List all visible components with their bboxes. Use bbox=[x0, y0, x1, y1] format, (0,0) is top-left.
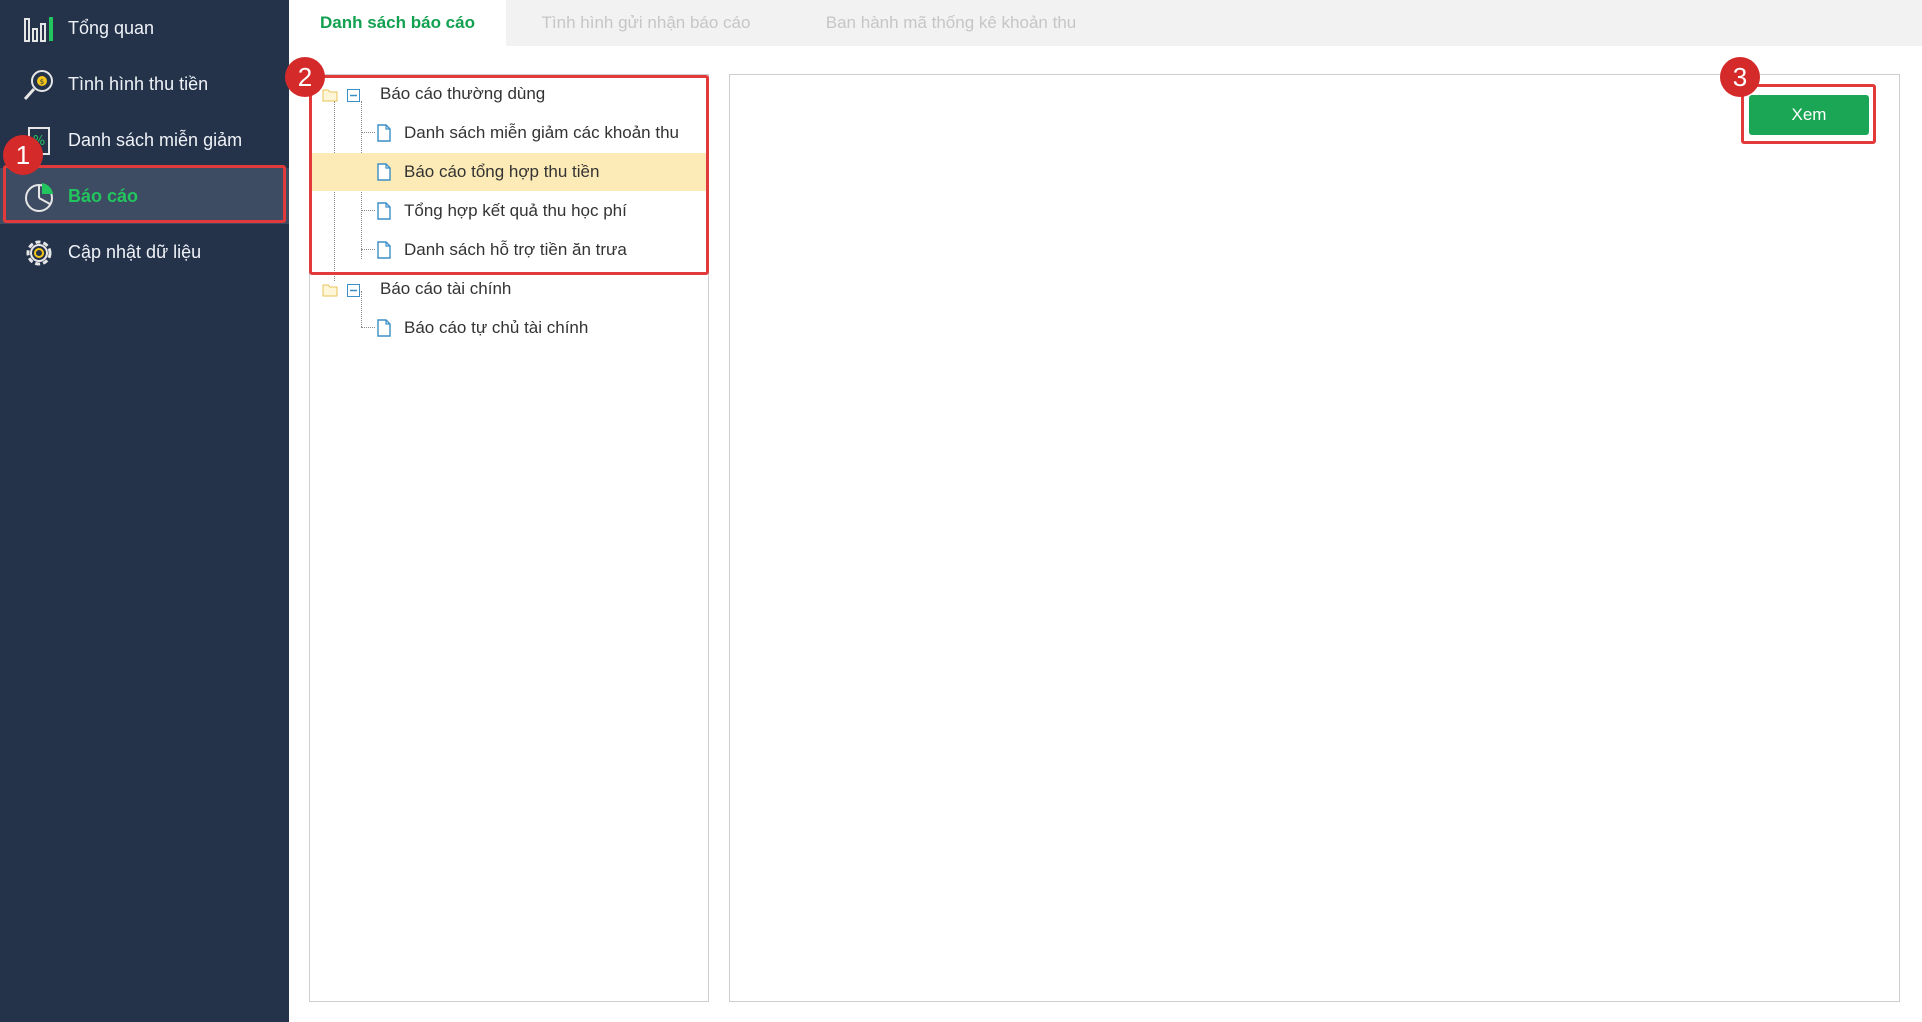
sidebar-item-label: Danh sách miễn giảm bbox=[68, 129, 243, 150]
tree-group-label: Báo cáo tài chính bbox=[380, 279, 512, 298]
annotation-box-3 bbox=[1741, 84, 1876, 144]
annotation-badge-1: 1 bbox=[3, 135, 43, 175]
gear-icon bbox=[22, 236, 56, 270]
folder-icon bbox=[322, 282, 338, 302]
annotation-badge-3: 3 bbox=[1720, 57, 1760, 97]
report-preview-panel bbox=[729, 74, 1900, 1002]
tree-item-bao-cao-tu-chu-tai-chinh[interactable]: Báo cáo tự chủ tài chính bbox=[310, 309, 706, 347]
svg-text:$: $ bbox=[40, 78, 44, 86]
sidebar-item-label: Cập nhật dữ liệu bbox=[68, 241, 202, 262]
bar-chart-icon bbox=[22, 12, 56, 46]
sidebar-item-label: Tổng quan bbox=[68, 17, 155, 38]
tab-danh-sach-bao-cao[interactable]: Danh sách báo cáo bbox=[289, 0, 506, 46]
collapse-icon[interactable] bbox=[347, 282, 360, 302]
sidebar-item-label: Tình hình thu tiền bbox=[68, 73, 209, 94]
money-search-icon: $ bbox=[22, 68, 56, 102]
tree-item-label: Báo cáo tự chủ tài chính bbox=[404, 318, 589, 337]
sidebar-item-cap-nhat-du-lieu[interactable]: Cập nhật dữ liệu bbox=[0, 224, 289, 280]
sidebar-item-tinh-hinh-thu-tien[interactable]: $ Tình hình thu tiền bbox=[0, 56, 289, 112]
tree-group-bao-cao-tai-chinh[interactable]: Báo cáo tài chính bbox=[310, 270, 706, 308]
sidebar-item-tong-quan[interactable]: Tổng quan bbox=[0, 0, 289, 56]
sidebar: Tổng quan $ Tình hình thu tiền % Danh sá… bbox=[0, 0, 289, 1022]
document-icon bbox=[377, 319, 391, 342]
tab-tinh-hinh-gui-nhan-bao-cao[interactable]: Tình hình gửi nhận báo cáo bbox=[506, 0, 786, 46]
tab-ban-hanh-ma-thong-ke[interactable]: Ban hành mã thống kê khoản thu bbox=[786, 0, 1116, 46]
annotation-badge-2: 2 bbox=[285, 57, 325, 97]
annotation-box-2 bbox=[309, 75, 709, 275]
sidebar-item-danh-sach-mien-giam[interactable]: % Danh sách miễn giảm bbox=[0, 112, 289, 168]
tab-bar: Danh sách báo cáo Tình hình gửi nhận báo… bbox=[289, 0, 1922, 46]
annotation-box-1 bbox=[3, 165, 286, 223]
